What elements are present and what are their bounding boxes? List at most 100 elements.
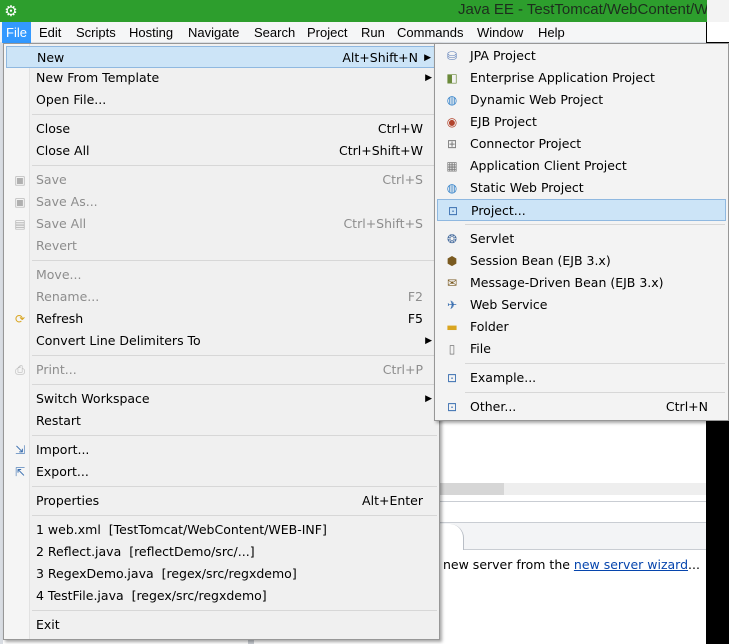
file-menu-rename[interactable]: Rename... F2 [6, 286, 437, 308]
title-bar: ⚙ Java EE - TestTomcat/WebContent/W [0, 0, 729, 22]
menu-separator [32, 610, 437, 611]
file-menu-revert[interactable]: Revert [6, 235, 437, 257]
menu-item-label: Application Client Project [470, 158, 627, 173]
file-menu-new-from-template[interactable]: New From Template ▶ [6, 67, 437, 89]
save-as-icon: ▣ [14, 195, 26, 209]
scrollbar-thumb[interactable] [440, 483, 504, 495]
servers-hint-prefix: new server from the [443, 557, 574, 572]
menu-search[interactable]: Search [250, 22, 299, 43]
static-web-project-icon: ◍ [446, 181, 458, 195]
web-project-globe-icon: ◍ [446, 93, 458, 107]
file-menu-restart[interactable]: Restart [6, 410, 437, 432]
file-menu-move[interactable]: Move... [6, 264, 437, 286]
menu-separator [32, 435, 437, 436]
printer-icon: ⎙ [15, 363, 25, 377]
menu-item-label: Export... [36, 464, 89, 479]
menu-navigate[interactable]: Navigate [184, 22, 243, 43]
new-connector-project[interactable]: ⊞ Connector Project [437, 133, 726, 155]
menu-item-label: File [470, 341, 491, 356]
menu-project[interactable]: Project [303, 22, 351, 43]
new-dynamic-web-project[interactable]: ◍ Dynamic Web Project [437, 89, 726, 111]
connector-project-icon: ⊞ [446, 137, 458, 151]
ejb-project-icon: ◉ [446, 115, 458, 129]
menu-item-label: 4 TestFile.java [regex/src/regxdemo] [36, 588, 267, 603]
file-menu-export[interactable]: ⇱ Export... [6, 461, 437, 483]
file-menu-open-file[interactable]: Open File... [6, 89, 437, 111]
menu-separator [32, 384, 437, 385]
menu-item-label: Project... [471, 203, 526, 218]
file-menu-recent-4[interactable]: 4 TestFile.java [regex/src/regxdemo] [6, 585, 437, 607]
menu-item-label: Example... [470, 370, 537, 385]
file-menu-new[interactable]: New Alt+Shift+N ▶ [6, 46, 437, 68]
new-project[interactable]: ⊡ Project... [437, 199, 726, 221]
menu-bar: File Edit Scripts Hosting Navigate Searc… [0, 22, 706, 43]
menu-item-label: Restart [36, 413, 81, 428]
menu-item-label: Servlet [470, 231, 515, 246]
menu-item-shortcut: F5 [407, 311, 423, 326]
app-client-project-icon: ▦ [446, 159, 458, 173]
session-bean-icon: ⬢ [446, 254, 458, 268]
file-menu-import[interactable]: ⇲ Import... [6, 439, 437, 461]
menu-separator [32, 486, 437, 487]
new-application-client-project[interactable]: ▦ Application Client Project [437, 155, 726, 177]
menu-item-label: Enterprise Application Project [470, 70, 655, 85]
new-static-web-project[interactable]: ◍ Static Web Project [437, 177, 726, 199]
message-driven-bean-icon: ✉ [446, 276, 458, 290]
menu-item-label: Revert [36, 238, 77, 253]
menu-edit[interactable]: Edit [35, 22, 65, 43]
new-other[interactable]: ⊡ Other... Ctrl+N [437, 396, 726, 418]
menu-item-label: JPA Project [470, 48, 536, 63]
menu-commands[interactable]: Commands [393, 22, 467, 43]
menu-item-label: Message-Driven Bean (EJB 3.x) [470, 275, 664, 290]
new-example[interactable]: ⊡ Example... [437, 367, 726, 389]
servers-hint-ellipsis: ... [688, 557, 700, 572]
menu-item-shortcut: Ctrl+P [382, 362, 423, 377]
menu-separator [465, 224, 725, 225]
menu-item-label: Close [36, 121, 71, 136]
menu-item-label: New From Template [36, 70, 160, 85]
view-tab[interactable] [440, 524, 464, 550]
menu-window[interactable]: Window [473, 22, 527, 43]
save-all-icon: ▤ [14, 217, 26, 231]
menu-item-label: Exit [36, 617, 60, 632]
new-session-bean[interactable]: ⬢ Session Bean (EJB 3.x) [437, 250, 726, 272]
menu-hosting[interactable]: Hosting [125, 22, 177, 43]
file-menu-properties[interactable]: Properties Alt+Enter [6, 490, 437, 512]
new-file[interactable]: ▯ File [437, 338, 726, 360]
menu-item-label: Convert Line Delimiters To [36, 333, 201, 348]
menu-file[interactable]: File [2, 22, 31, 43]
menu-item-label: 2 Reflect.java [reflectDemo/src/...] [36, 544, 255, 559]
eclipse-gear-icon[interactable]: ⚙ [2, 2, 20, 20]
new-ejb-project[interactable]: ◉ EJB Project [437, 111, 726, 133]
file-menu-exit[interactable]: Exit [6, 614, 437, 636]
file-menu-save[interactable]: ▣ Save Ctrl+S [6, 169, 437, 191]
menu-separator [32, 260, 437, 261]
new-message-driven-bean[interactable]: ✉ Message-Driven Bean (EJB 3.x) [437, 272, 726, 294]
new-folder[interactable]: ▬ Folder [437, 316, 726, 338]
file-menu-save-all[interactable]: ▤ Save All Ctrl+Shift+S [6, 213, 437, 235]
file-menu-recent-1[interactable]: 1 web.xml [TestTomcat/WebContent/WEB-INF… [6, 519, 437, 541]
other-wizard-icon: ⊡ [446, 400, 458, 414]
file-menu-recent-2[interactable]: 2 Reflect.java [reflectDemo/src/...] [6, 541, 437, 563]
enterprise-project-icon: ◧ [446, 71, 458, 85]
new-jpa-project[interactable]: ⛁ JPA Project [437, 45, 726, 67]
menu-scripts[interactable]: Scripts [72, 22, 120, 43]
file-menu-refresh[interactable]: ⟳ Refresh F5 [6, 308, 437, 330]
new-servlet[interactable]: ❂ Servlet [437, 228, 726, 250]
menubar-right-blank [707, 22, 729, 42]
new-web-service[interactable]: ✈ Web Service [437, 294, 726, 316]
menu-item-label: EJB Project [470, 114, 537, 129]
export-icon: ⇱ [14, 465, 26, 479]
file-menu-switch-workspace[interactable]: Switch Workspace ▶ [6, 388, 437, 410]
file-menu-close-all[interactable]: Close All Ctrl+Shift+W [6, 140, 437, 162]
file-menu-close[interactable]: Close Ctrl+W [6, 118, 437, 140]
new-enterprise-application-project[interactable]: ◧ Enterprise Application Project [437, 67, 726, 89]
file-menu-print[interactable]: ⎙ Print... Ctrl+P [6, 359, 437, 381]
file-menu-recent-3[interactable]: 3 RegexDemo.java [regex/src/regxdemo] [6, 563, 437, 585]
menu-run[interactable]: Run [357, 22, 389, 43]
menu-help[interactable]: Help [534, 22, 569, 43]
file-menu-convert-line-delimiters[interactable]: Convert Line Delimiters To ▶ [6, 330, 437, 352]
menu-item-label: Move... [36, 267, 82, 282]
new-server-wizard-link[interactable]: new server wizard [574, 557, 688, 572]
file-menu-save-as[interactable]: ▣ Save As... [6, 191, 437, 213]
